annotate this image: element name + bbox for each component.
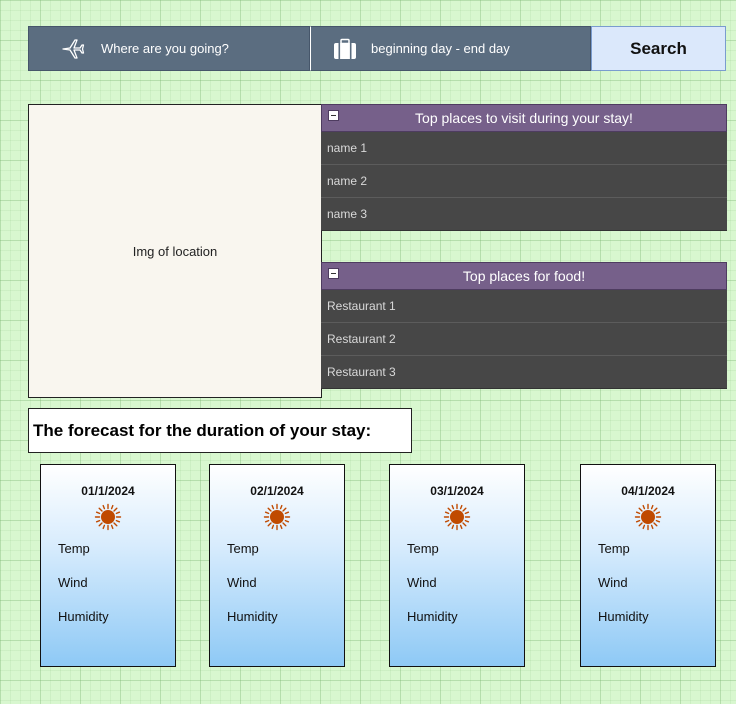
humidity-label: Humidity [598,609,649,624]
places-list-title: Top places to visit during your stay! [415,110,633,126]
collapse-food-icon[interactable] [328,268,339,279]
temp-label: Temp [227,541,259,556]
humidity-label: Humidity [407,609,458,624]
forecast-card: 03/1/2024 Temp Wind Humidity [389,464,525,667]
forecast-date: 01/1/2024 [81,484,135,498]
humidity-label: Humidity [227,609,278,624]
restaurant-item[interactable]: Restaurant 2 [321,323,727,356]
sun-icon [443,503,471,531]
suitcase-icon [333,38,357,60]
wind-label: Wind [407,575,437,590]
date-range-input[interactable]: beginning day - end day [310,26,591,71]
forecast-date: 04/1/2024 [621,484,675,498]
destination-placeholder: Where are you going? [101,41,229,56]
collapse-places-icon[interactable] [328,110,339,121]
sun-icon [634,503,662,531]
food-list-header: Top places for food! [321,262,727,290]
location-image-label: Img of location [132,243,218,259]
forecast-card: 04/1/2024 Temp Wind Humidity [580,464,716,667]
forecast-card: 02/1/2024 Temp Wind Humidity [209,464,345,667]
wind-label: Wind [58,575,88,590]
temp-label: Temp [407,541,439,556]
forecast-date: 03/1/2024 [430,484,484,498]
food-list-title: Top places for food! [462,268,586,284]
places-list-header: Top places to visit during your stay! [321,104,727,132]
places-list: Top places to visit during your stay! na… [321,104,727,231]
restaurant-item[interactable]: Restaurant 3 [321,356,727,389]
restaurant-item[interactable]: Restaurant 1 [321,290,727,323]
location-image: Img of location [28,104,322,398]
forecast-date: 02/1/2024 [250,484,304,498]
food-list: Top places for food! Restaurant 1 Restau… [321,262,727,389]
sun-icon [263,503,291,531]
search-bar: Where are you going? beginning day - end… [28,26,726,71]
place-item[interactable]: name 3 [321,198,727,231]
humidity-label: Humidity [58,609,109,624]
forecast-card: 01/1/2024 Temp Wind Humidity [40,464,176,667]
wind-label: Wind [227,575,257,590]
place-item[interactable]: name 1 [321,132,727,165]
date-range-placeholder: beginning day - end day [371,41,510,56]
destination-input[interactable]: Where are you going? [28,26,310,71]
airplane-icon [61,37,85,61]
temp-label: Temp [58,541,90,556]
wind-label: Wind [598,575,628,590]
temp-label: Temp [598,541,630,556]
search-button[interactable]: Search [591,26,726,71]
forecast-title: The forecast for the duration of your st… [28,408,412,453]
sun-icon [94,503,122,531]
place-item[interactable]: name 2 [321,165,727,198]
